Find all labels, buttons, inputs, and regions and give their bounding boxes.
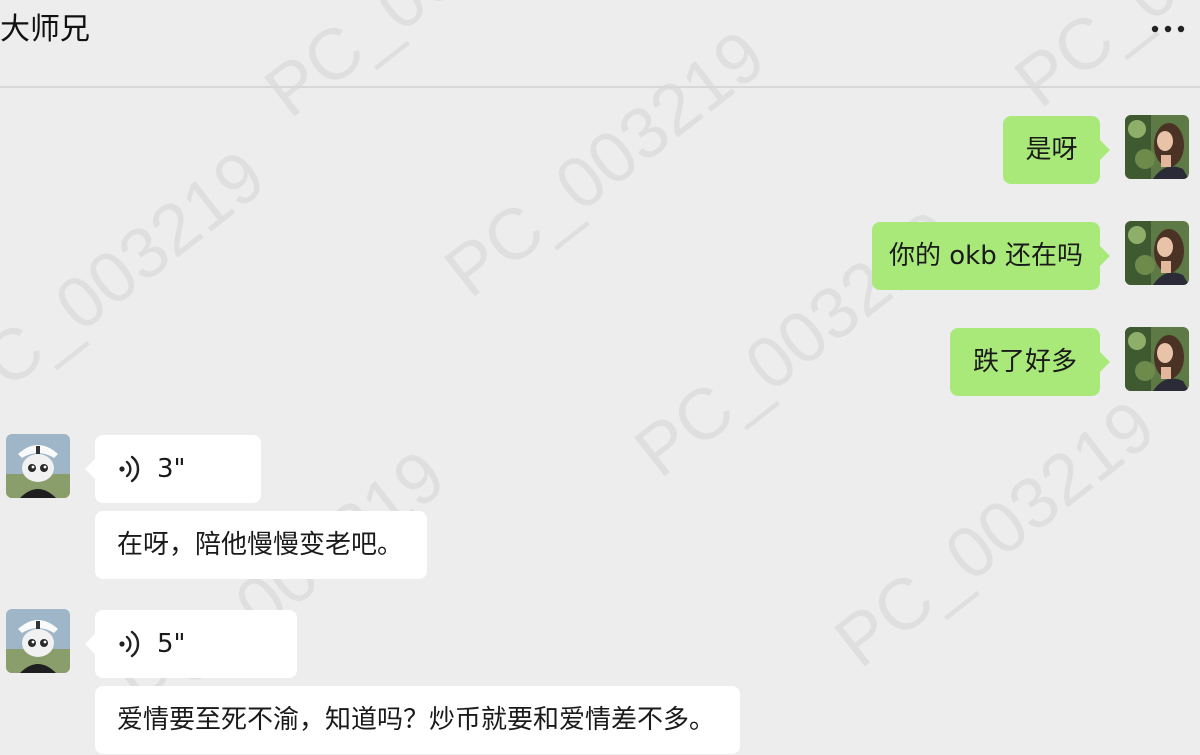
- watermark-text: PC_003219: [0, 135, 280, 432]
- message-text: 在呀，陪他慢慢变老吧。: [117, 530, 404, 560]
- contact-avatar[interactable]: [6, 434, 70, 498]
- self-avatar[interactable]: [1125, 221, 1189, 285]
- self-avatar[interactable]: [1125, 327, 1189, 391]
- message-text: 爱情要至死不渝，知道吗？炒币就要和爱情差不多。: [117, 705, 716, 735]
- voice-wave-icon: [119, 630, 140, 658]
- chat-header: 大师兄: [0, 0, 1200, 88]
- message-bubble-outgoing[interactable]: 你的 okb 还在吗: [872, 222, 1110, 290]
- message-bubble-incoming[interactable]: 爱情要至死不渝，知道吗？炒币就要和爱情差不多。: [95, 686, 740, 754]
- voice-message-bubble[interactable]: 5": [85, 610, 297, 678]
- self-avatar[interactable]: [1125, 115, 1189, 179]
- watermark-text: PC_003219: [821, 385, 1170, 682]
- message-text: 是呀: [1025, 135, 1078, 165]
- message-bubble-outgoing[interactable]: 跌了好多: [950, 328, 1110, 396]
- chat-title: 大师兄: [0, 12, 90, 47]
- more-horizontal-icon: [1151, 25, 1185, 33]
- contact-avatar[interactable]: [6, 609, 70, 673]
- message-text: 跌了好多: [972, 347, 1077, 377]
- voice-message-bubble[interactable]: 3": [85, 435, 261, 503]
- more-options-button[interactable]: [1146, 14, 1190, 44]
- voice-duration: 5": [157, 629, 186, 659]
- voice-duration: 3": [157, 454, 186, 484]
- message-bubble-incoming[interactable]: 在呀，陪他慢慢变老吧。: [95, 511, 427, 579]
- message-text: 你的 okb 还在吗: [889, 241, 1083, 271]
- voice-wave-icon: [119, 455, 140, 483]
- message-bubble-outgoing[interactable]: 是呀: [1003, 116, 1110, 184]
